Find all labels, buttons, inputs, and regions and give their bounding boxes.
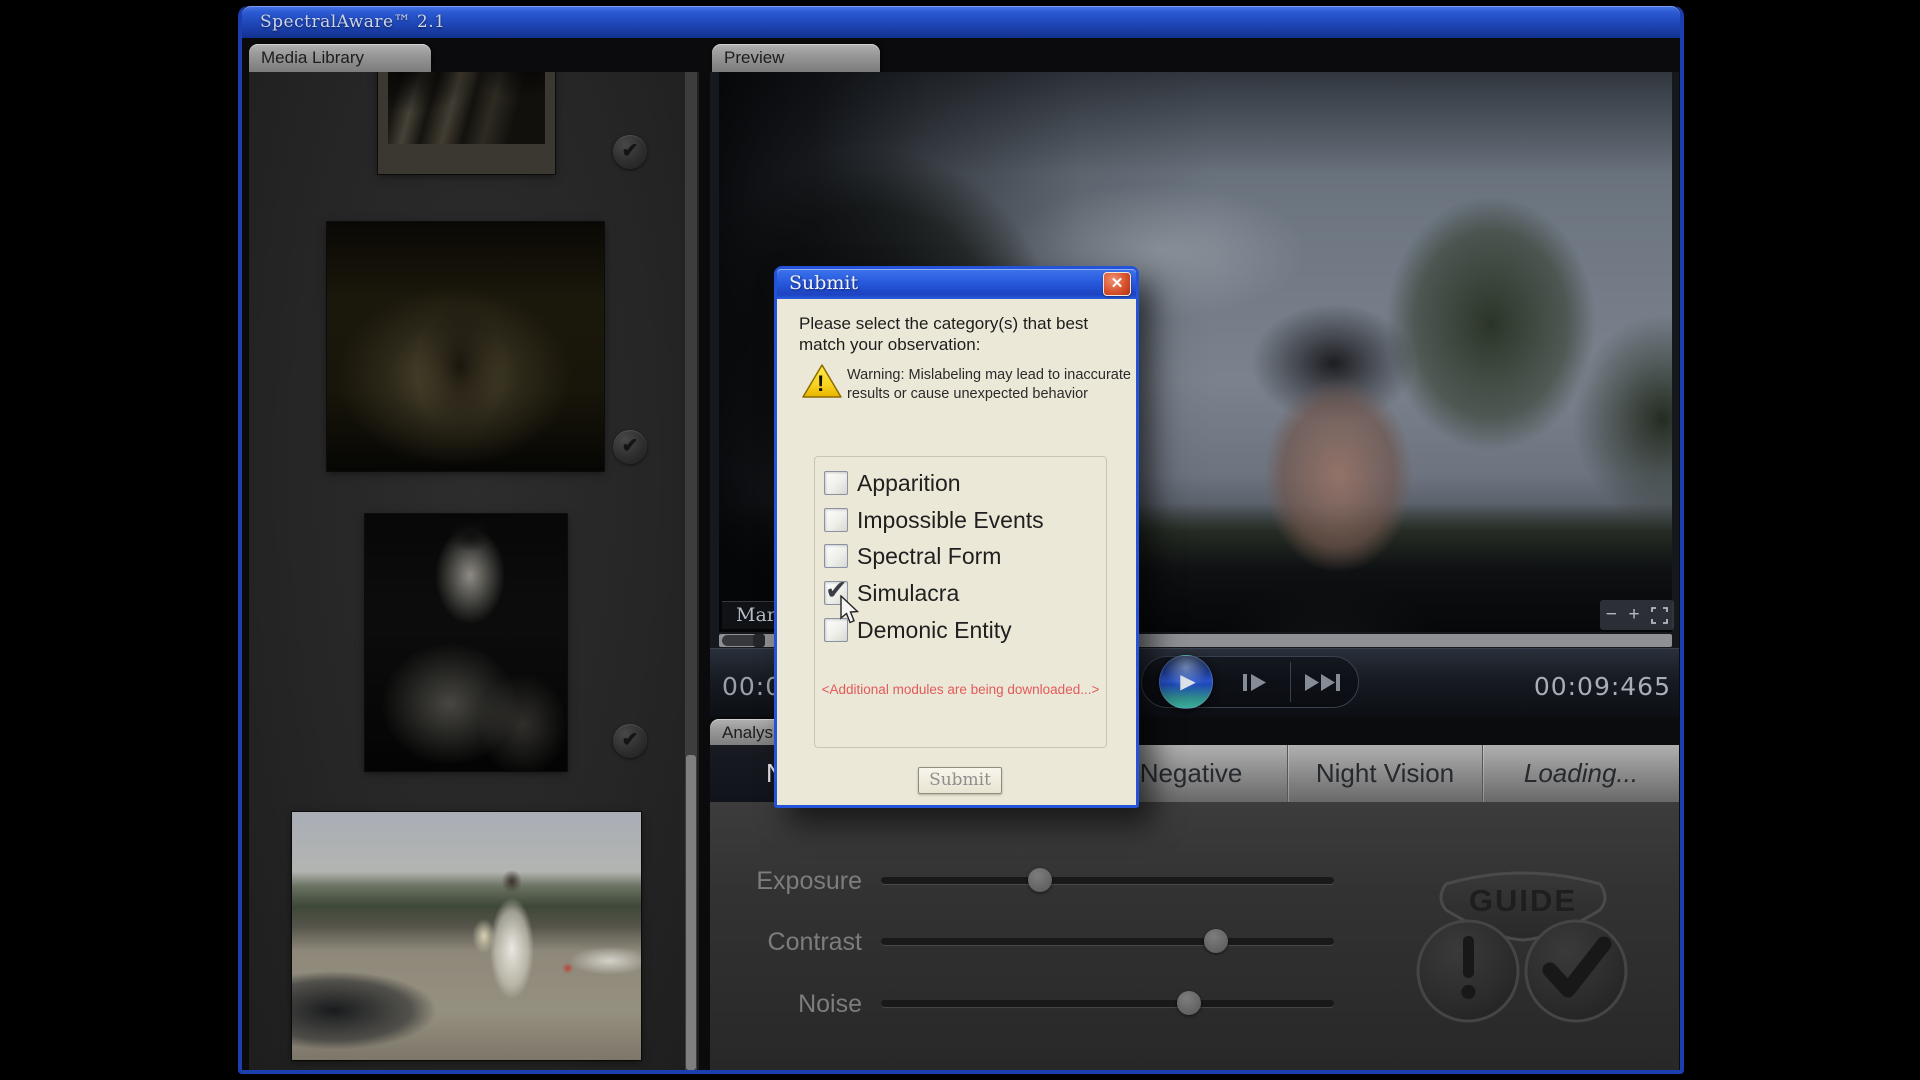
library-scrollbar-thumb[interactable] xyxy=(686,755,696,1070)
guide-cluster: GUIDE xyxy=(1404,858,1644,1038)
filter-item-night-vision[interactable]: Night Vision xyxy=(1287,745,1482,802)
mouse-cursor xyxy=(839,595,861,630)
thumbnail-photo-4[interactable] xyxy=(292,812,641,1060)
desktop: SpectralAware™ 2.1 Media Library Preview… xyxy=(0,0,1920,1080)
video-zoom-controls: − + xyxy=(1600,600,1674,630)
slider-row-contrast: Contrast xyxy=(710,924,1410,964)
dialog-close-button[interactable]: ✕ xyxy=(1103,272,1131,296)
option-label: Simulacra xyxy=(857,580,959,607)
step-forward-button[interactable] xyxy=(1241,671,1268,699)
thumbnail-photo-3[interactable] xyxy=(365,514,567,771)
exposure-slider[interactable] xyxy=(881,877,1334,884)
play-icon: ▶ xyxy=(1180,656,1195,708)
download-status-text: <Additional modules are being downloaded… xyxy=(814,682,1107,697)
guide-label: GUIDE xyxy=(1469,883,1577,918)
app-title: SpectralAware™ 2.1 xyxy=(260,12,445,32)
checkbox-spectral-form[interactable]: ✔ xyxy=(824,544,848,568)
dialog-warning-text: Warning: Mislabeling may lead to inaccur… xyxy=(847,366,1135,404)
exclamation-icon xyxy=(1463,936,1474,978)
contrast-slider[interactable] xyxy=(881,938,1334,945)
thumbnail-photo-2[interactable] xyxy=(327,222,604,471)
warning-icon: ! xyxy=(801,363,843,401)
submit-dialog: Submit ✕ Please select the category(s) t… xyxy=(774,266,1139,808)
fullscreen-icon[interactable] xyxy=(1651,607,1668,624)
close-icon: ✕ xyxy=(1111,275,1124,292)
dialog-titlebar[interactable]: Submit ✕ xyxy=(777,269,1136,299)
skip-to-end-button[interactable] xyxy=(1303,671,1344,699)
library-scrollbar[interactable] xyxy=(685,72,697,1070)
check-icon: ✔ xyxy=(622,435,639,457)
contrast-slider-handle[interactable] xyxy=(1204,929,1228,953)
option-label: Impossible Events xyxy=(857,507,1044,534)
tab-media-library[interactable]: Media Library xyxy=(249,44,431,72)
option-label: Demonic Entity xyxy=(857,617,1012,644)
media-library-panel: ✔ ✔ ✔ xyxy=(249,72,699,1070)
slider-row-noise: Noise xyxy=(710,986,1410,1026)
transport-separator xyxy=(1290,662,1291,702)
app-titlebar[interactable]: SpectralAware™ 2.1 xyxy=(242,6,1680,38)
warning-exclamation: ! xyxy=(817,371,824,397)
thumbnail-photo-1-image xyxy=(388,72,545,144)
noise-slider-handle[interactable] xyxy=(1177,991,1201,1015)
option-label: Spectral Form xyxy=(857,543,1001,570)
zoom-out-icon[interactable]: − xyxy=(1606,604,1617,626)
dialog-title: Submit xyxy=(789,272,858,294)
tab-preview[interactable]: Preview xyxy=(712,44,880,72)
noise-label: Noise xyxy=(710,990,862,1019)
exposure-slider-handle[interactable] xyxy=(1028,868,1052,892)
noise-slider[interactable] xyxy=(881,1000,1334,1007)
filter-item-loading[interactable]: Loading... xyxy=(1482,745,1679,802)
thumbnail-1-check-badge[interactable]: ✔ xyxy=(613,135,647,169)
play-button[interactable]: ▶ xyxy=(1159,655,1213,709)
time-remaining: 00:09:465 xyxy=(1534,672,1671,701)
adjustment-panel: Exposure Contrast Noise xyxy=(710,802,1679,1070)
seek-handle[interactable] xyxy=(753,634,765,647)
zoom-in-icon[interactable]: + xyxy=(1629,604,1640,626)
option-label: Apparition xyxy=(857,470,961,497)
dialog-prompt: Please select the category(s) that best … xyxy=(799,313,1121,355)
exclamation-dot xyxy=(1462,985,1476,999)
submit-button[interactable]: Submit xyxy=(918,767,1002,794)
thumbnail-2-check-badge[interactable]: ✔ xyxy=(613,430,647,464)
checkbox-impossible-events[interactable]: ✔ xyxy=(824,508,848,532)
slider-row-exposure: Exposure xyxy=(710,863,1410,903)
checkbox-apparition[interactable]: ✔ xyxy=(824,471,848,495)
thumbnail-photo-1[interactable] xyxy=(378,72,555,174)
check-icon: ✔ xyxy=(622,729,639,751)
thumbnail-3-check-badge[interactable]: ✔ xyxy=(613,724,647,758)
contrast-label: Contrast xyxy=(710,928,862,957)
exposure-label: Exposure xyxy=(710,867,862,896)
check-icon: ✔ xyxy=(622,140,639,162)
